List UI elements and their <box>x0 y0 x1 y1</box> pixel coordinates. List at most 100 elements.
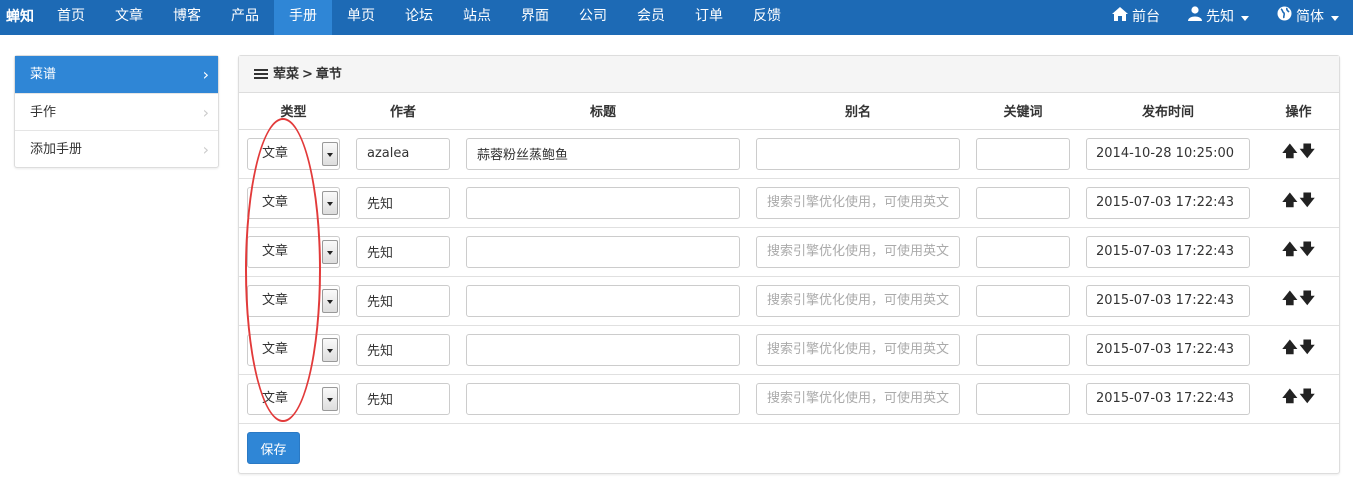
column-header: 作者 <box>348 93 458 130</box>
breadcrumb-parent[interactable]: 荤菜 <box>273 56 299 93</box>
keywords-input[interactable] <box>976 137 1070 170</box>
nav-right: 前台 先知 简体 <box>1098 0 1353 35</box>
dropdown-arrow-icon[interactable] <box>322 386 338 411</box>
user-menu[interactable]: 先知 <box>1174 0 1263 35</box>
author-input[interactable] <box>356 235 450 268</box>
type-select[interactable]: 文章 <box>247 186 340 219</box>
move-down-icon[interactable]: 🡇 <box>1300 288 1315 313</box>
move-up-icon[interactable]: 🡅 <box>1282 141 1297 166</box>
author-input[interactable] <box>356 284 450 317</box>
move-up-icon[interactable]: 🡅 <box>1282 190 1297 215</box>
date-cell <box>1078 276 1258 326</box>
nav-item[interactable]: 订单 <box>680 0 738 35</box>
dropdown-arrow-icon[interactable] <box>322 337 338 362</box>
alias-input[interactable] <box>756 284 960 317</box>
nav-item[interactable]: 手册 <box>274 0 332 35</box>
sidebar-item[interactable]: 菜谱 › <box>15 56 218 93</box>
publish-date-input[interactable] <box>1086 284 1250 317</box>
keywords-input[interactable] <box>976 186 1070 219</box>
move-up-icon[interactable]: 🡅 <box>1282 386 1297 411</box>
title-input[interactable] <box>466 333 740 366</box>
dropdown-arrow-icon[interactable] <box>322 288 338 313</box>
alias-cell <box>748 325 968 375</box>
row-actions: 🡅 🡇 <box>1258 190 1339 215</box>
type-select[interactable]: 文章 <box>247 235 340 268</box>
dropdown-arrow-icon[interactable] <box>322 190 338 215</box>
table-row: 文章 🡅🡇 <box>239 178 1339 228</box>
nav-item[interactable]: 博客 <box>158 0 216 35</box>
save-button[interactable]: 保存 <box>247 432 300 464</box>
move-down-icon[interactable]: 🡇 <box>1300 337 1315 362</box>
keywords-cell <box>968 227 1078 277</box>
sidebar-item-label: 菜谱 <box>30 67 57 82</box>
list-icon <box>254 68 268 80</box>
nav-item[interactable]: 公司 <box>564 0 622 35</box>
title-input[interactable] <box>466 235 740 268</box>
frontend-link[interactable]: 前台 <box>1098 0 1174 35</box>
alias-cell <box>748 129 968 179</box>
author-input[interactable] <box>356 333 450 366</box>
publish-date-input[interactable] <box>1086 382 1250 415</box>
sidebar-item[interactable]: 添加手册 › <box>15 130 218 167</box>
nav-item[interactable]: 产品 <box>216 0 274 35</box>
keywords-input[interactable] <box>976 382 1070 415</box>
move-up-icon[interactable]: 🡅 <box>1282 288 1297 313</box>
sidebar-item[interactable]: 手作 › <box>15 93 218 130</box>
date-cell <box>1078 374 1258 424</box>
alias-input[interactable] <box>756 235 960 268</box>
nav-item[interactable]: 反馈 <box>738 0 796 35</box>
keywords-cell <box>968 374 1078 424</box>
move-down-icon[interactable]: 🡇 <box>1300 239 1315 264</box>
column-header: 别名 <box>748 93 968 130</box>
dropdown-arrow-icon[interactable] <box>322 239 338 264</box>
nav-item[interactable]: 会员 <box>622 0 680 35</box>
nav-item[interactable]: 首页 <box>42 0 100 35</box>
type-cell: 文章 <box>239 276 348 326</box>
nav-item[interactable]: 文章 <box>100 0 158 35</box>
keywords-input[interactable] <box>976 333 1070 366</box>
type-select[interactable]: 文章 <box>247 137 340 170</box>
dropdown-arrow-icon[interactable] <box>322 141 338 166</box>
move-down-icon[interactable]: 🡇 <box>1300 386 1315 411</box>
move-down-icon[interactable]: 🡇 <box>1300 141 1315 166</box>
title-input[interactable] <box>466 137 740 170</box>
publish-date-input[interactable] <box>1086 235 1250 268</box>
title-cell <box>458 227 748 277</box>
keywords-cell <box>968 276 1078 326</box>
publish-date-input[interactable] <box>1086 333 1250 366</box>
publish-date-input[interactable] <box>1086 186 1250 219</box>
author-input[interactable] <box>356 186 450 219</box>
nav-item[interactable]: 界面 <box>506 0 564 35</box>
alias-cell <box>748 178 968 228</box>
nav-item[interactable]: 论坛 <box>390 0 448 35</box>
alias-input[interactable] <box>756 137 960 170</box>
alias-input[interactable] <box>756 333 960 366</box>
move-down-icon[interactable]: 🡇 <box>1300 190 1315 215</box>
type-select[interactable]: 文章 <box>247 284 340 317</box>
move-up-icon[interactable]: 🡅 <box>1282 239 1297 264</box>
nav-item[interactable]: 单页 <box>332 0 390 35</box>
publish-date-input[interactable] <box>1086 137 1250 170</box>
type-select[interactable]: 文章 <box>247 382 340 415</box>
keywords-input[interactable] <box>976 284 1070 317</box>
brand-logo[interactable]: 蝉知 <box>6 0 34 35</box>
language-menu[interactable]: 简体 <box>1263 0 1353 35</box>
type-select[interactable]: 文章 <box>247 333 340 366</box>
main-nav: 首页 文章 博客 产品 手册 单页 论坛 站点 界面 公司 会员 订单 反馈 <box>42 0 796 35</box>
move-up-icon[interactable]: 🡅 <box>1282 337 1297 362</box>
title-input[interactable] <box>466 186 740 219</box>
type-select-value: 文章 <box>262 390 289 406</box>
date-cell <box>1078 129 1258 179</box>
title-input[interactable] <box>466 382 740 415</box>
table-row: 文章 🡅🡇 <box>239 276 1339 326</box>
nav-item[interactable]: 站点 <box>448 0 506 35</box>
author-cell <box>348 276 458 326</box>
user-label: 先知 <box>1206 9 1234 25</box>
title-input[interactable] <box>466 284 740 317</box>
author-input[interactable] <box>356 137 450 170</box>
author-input[interactable] <box>356 382 450 415</box>
keywords-input[interactable] <box>976 235 1070 268</box>
alias-input[interactable] <box>756 186 960 219</box>
ops-cell: 🡅 🡇 <box>1258 276 1339 326</box>
alias-input[interactable] <box>756 382 960 415</box>
